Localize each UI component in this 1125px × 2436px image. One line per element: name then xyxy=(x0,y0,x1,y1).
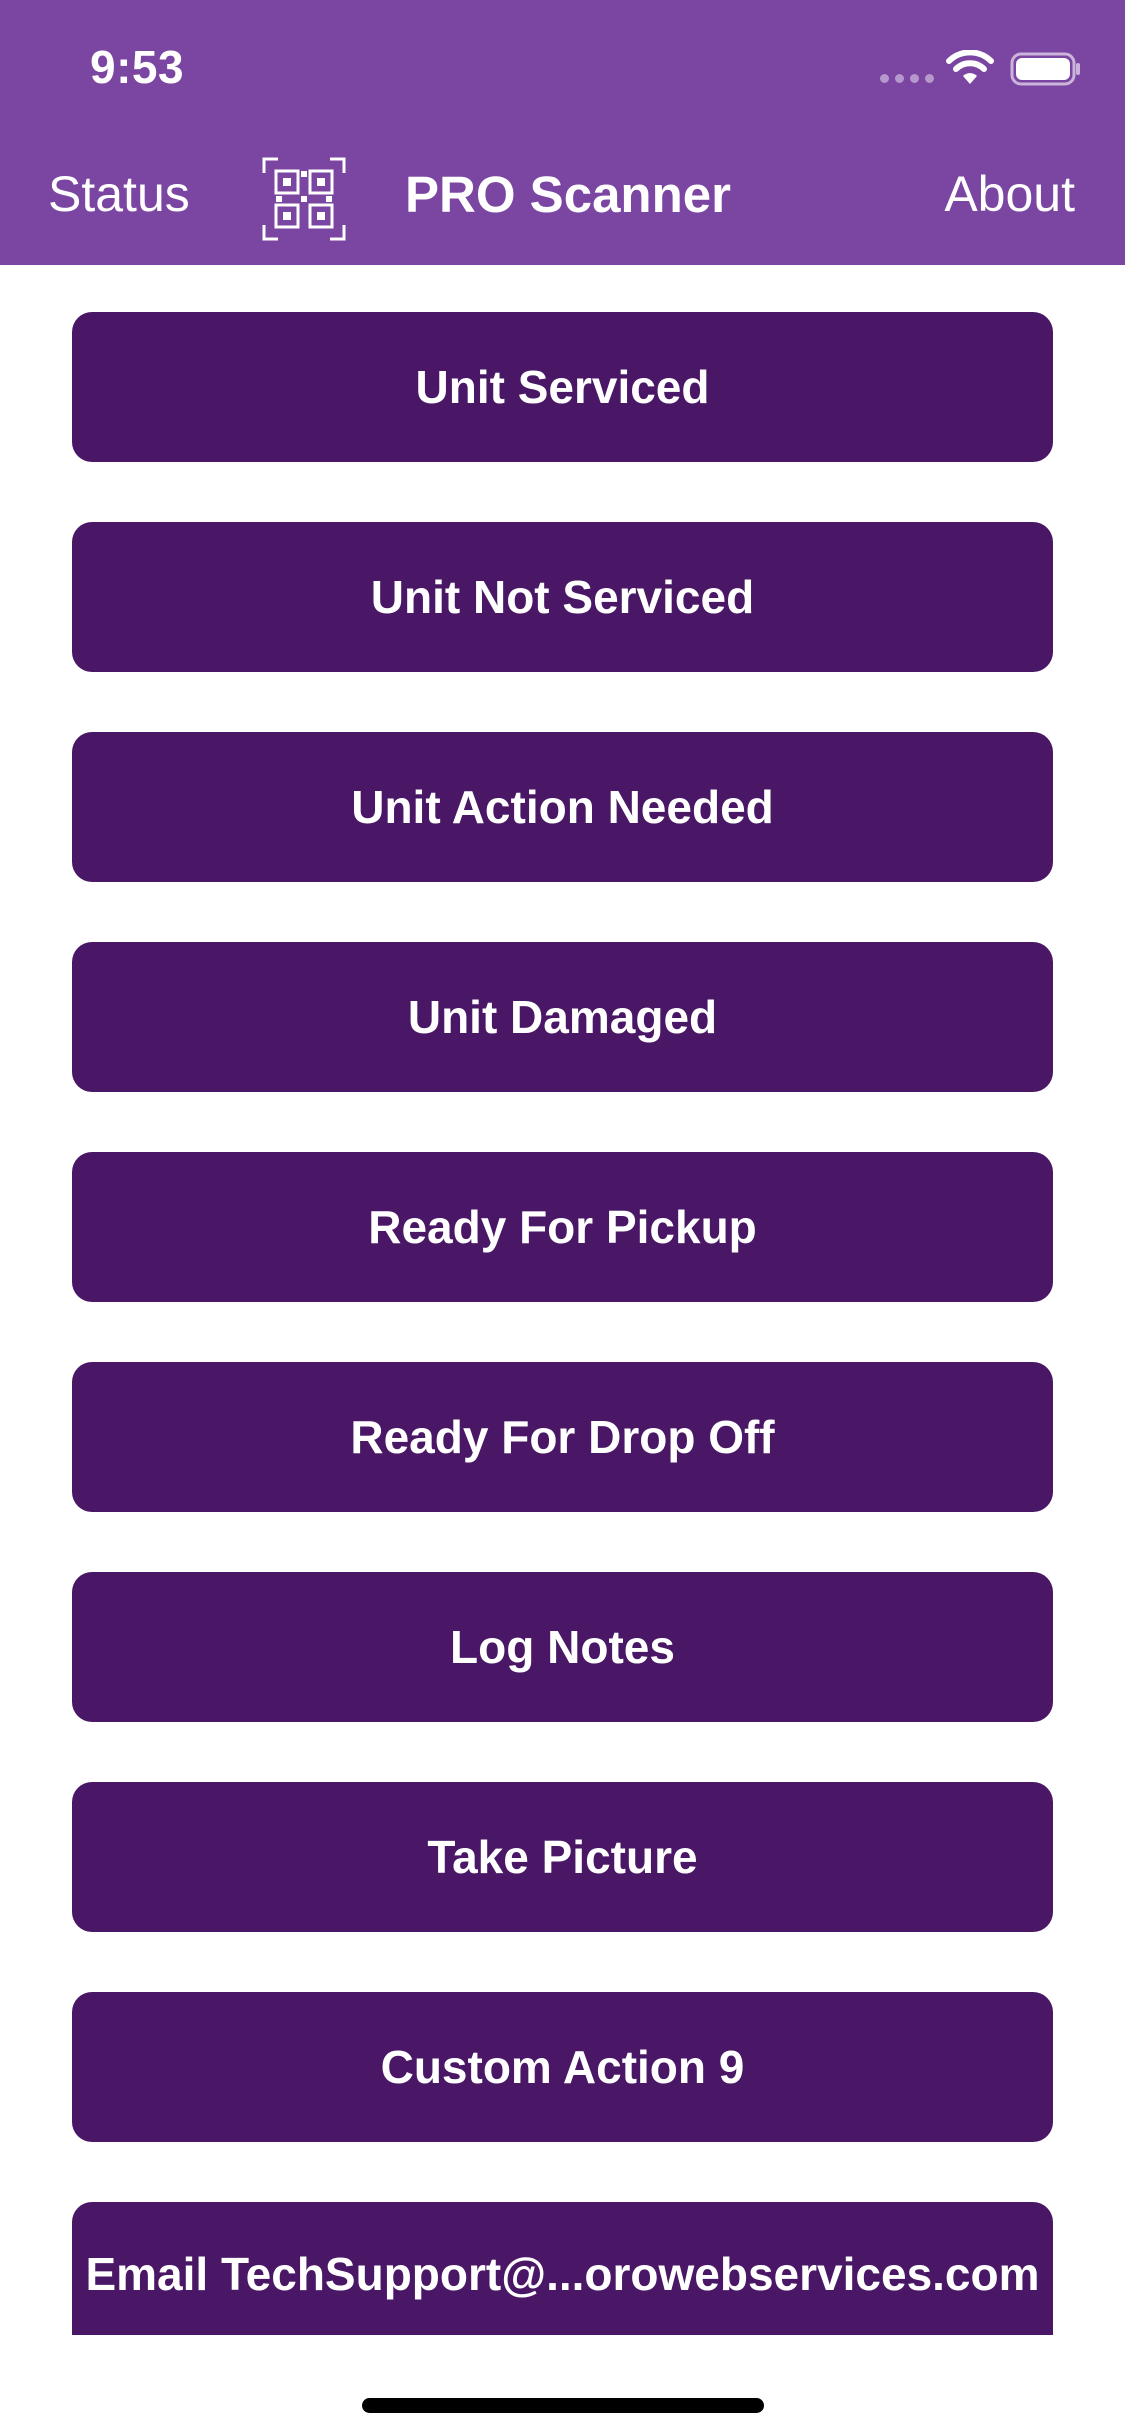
status-time: 9:53 xyxy=(90,41,185,93)
action-list[interactable]: Unit Serviced Unit Not Serviced Unit Act… xyxy=(0,265,1125,2335)
app-header: 9:53 Status PRO Scanner About xyxy=(0,0,1125,265)
ready-for-pickup-button[interactable]: Ready For Pickup xyxy=(72,1152,1053,1302)
unit-serviced-button[interactable]: Unit Serviced xyxy=(72,312,1053,462)
take-picture-button[interactable]: Take Picture xyxy=(72,1782,1053,1932)
email-tech-support-button[interactable]: Email TechSupport@...orowebservices.com xyxy=(72,2202,1053,2335)
app-title: PRO Scanner xyxy=(405,166,731,223)
unit-not-serviced-button[interactable]: Unit Not Serviced xyxy=(72,522,1053,672)
wifi-icon xyxy=(946,50,994,84)
status-button[interactable]: Status xyxy=(48,165,190,223)
cellular-signal-icon xyxy=(880,74,934,83)
home-indicator[interactable] xyxy=(362,2398,764,2413)
custom-action-9-button[interactable]: Custom Action 9 xyxy=(72,1992,1053,2142)
unit-damaged-button[interactable]: Unit Damaged xyxy=(72,942,1053,1092)
qr-code-icon[interactable] xyxy=(262,157,346,241)
battery-icon xyxy=(1010,52,1080,86)
navigation-bar: Status PRO Scanner About xyxy=(0,135,1125,265)
unit-action-needed-button[interactable]: Unit Action Needed xyxy=(72,732,1053,882)
about-button[interactable]: About xyxy=(944,165,1075,223)
status-bar: 9:53 xyxy=(0,0,1125,135)
log-notes-button[interactable]: Log Notes xyxy=(72,1572,1053,1722)
ready-for-drop-off-button[interactable]: Ready For Drop Off xyxy=(72,1362,1053,1512)
